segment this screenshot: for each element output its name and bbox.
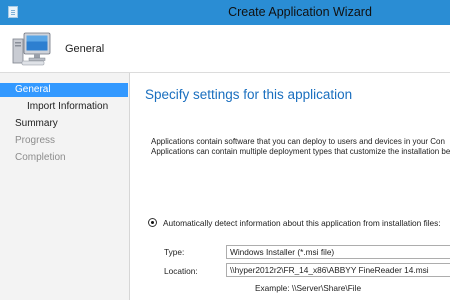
sidebar-step-general[interactable]: General xyxy=(0,83,128,97)
auto-detect-radio-label[interactable]: Automatically detect information about t… xyxy=(163,218,441,228)
type-select[interactable]: Windows Installer (*.msi file) xyxy=(226,245,450,259)
location-label: Location: xyxy=(164,266,198,276)
location-example-hint: Example: \\Server\Share\File xyxy=(255,283,362,293)
sidebar-step-progress: Progress xyxy=(15,135,56,146)
wizard-header: General xyxy=(0,25,450,73)
auto-detect-radio[interactable] xyxy=(148,218,157,227)
intro-line-1: Applications contain software that you c… xyxy=(151,137,445,146)
wizard-content: Specify settings for this application Ap… xyxy=(130,73,450,300)
sidebar-step-summary[interactable]: Summary xyxy=(0,117,128,131)
intro-text: Applications contain software that you c… xyxy=(151,137,450,157)
sidebar-step-completion: Completion xyxy=(15,152,66,163)
type-label: Type: xyxy=(164,247,185,257)
sidebar-step-import-information[interactable]: Import Information xyxy=(0,100,128,114)
wizard-steps-sidebar: General Import Information Summary Progr… xyxy=(0,73,130,300)
computer-icon xyxy=(12,32,51,66)
content-heading: Specify settings for this application xyxy=(145,87,353,102)
intro-line-2: Applications can contain multiple deploy… xyxy=(151,147,450,156)
location-input[interactable]: \\hyper2012r2\FR_14_x86\ABBYY FineReader… xyxy=(226,263,450,277)
window-title: Create Application Wizard xyxy=(228,5,372,19)
page-title: General xyxy=(65,43,105,55)
title-bar[interactable]: Create Application Wizard xyxy=(0,0,450,25)
